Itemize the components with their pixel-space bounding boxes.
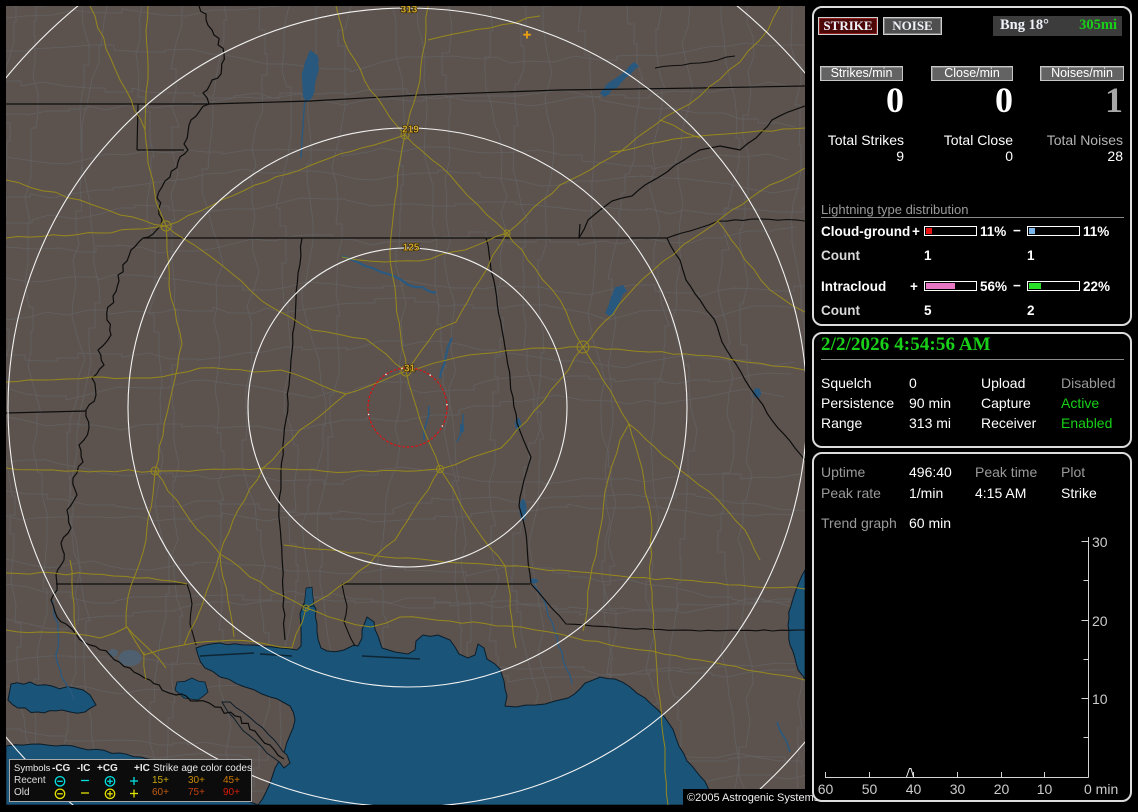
svg-text:0 min: 0 min [1084, 781, 1118, 797]
svg-text:40: 40 [906, 781, 922, 797]
svg-text:10: 10 [1092, 691, 1108, 707]
svg-text:20: 20 [994, 781, 1010, 797]
svg-text:31: 31 [404, 364, 416, 375]
svg-text:20: 20 [1092, 613, 1108, 629]
svg-text:60: 60 [818, 781, 834, 797]
svg-text:30: 30 [950, 781, 966, 797]
svg-text:219: 219 [402, 125, 419, 136]
svg-text:30: 30 [1092, 534, 1108, 550]
svg-text:50: 50 [862, 781, 878, 797]
svg-text:125: 125 [403, 243, 420, 254]
svg-text:10: 10 [1037, 781, 1053, 797]
svg-text:313: 313 [401, 6, 418, 16]
